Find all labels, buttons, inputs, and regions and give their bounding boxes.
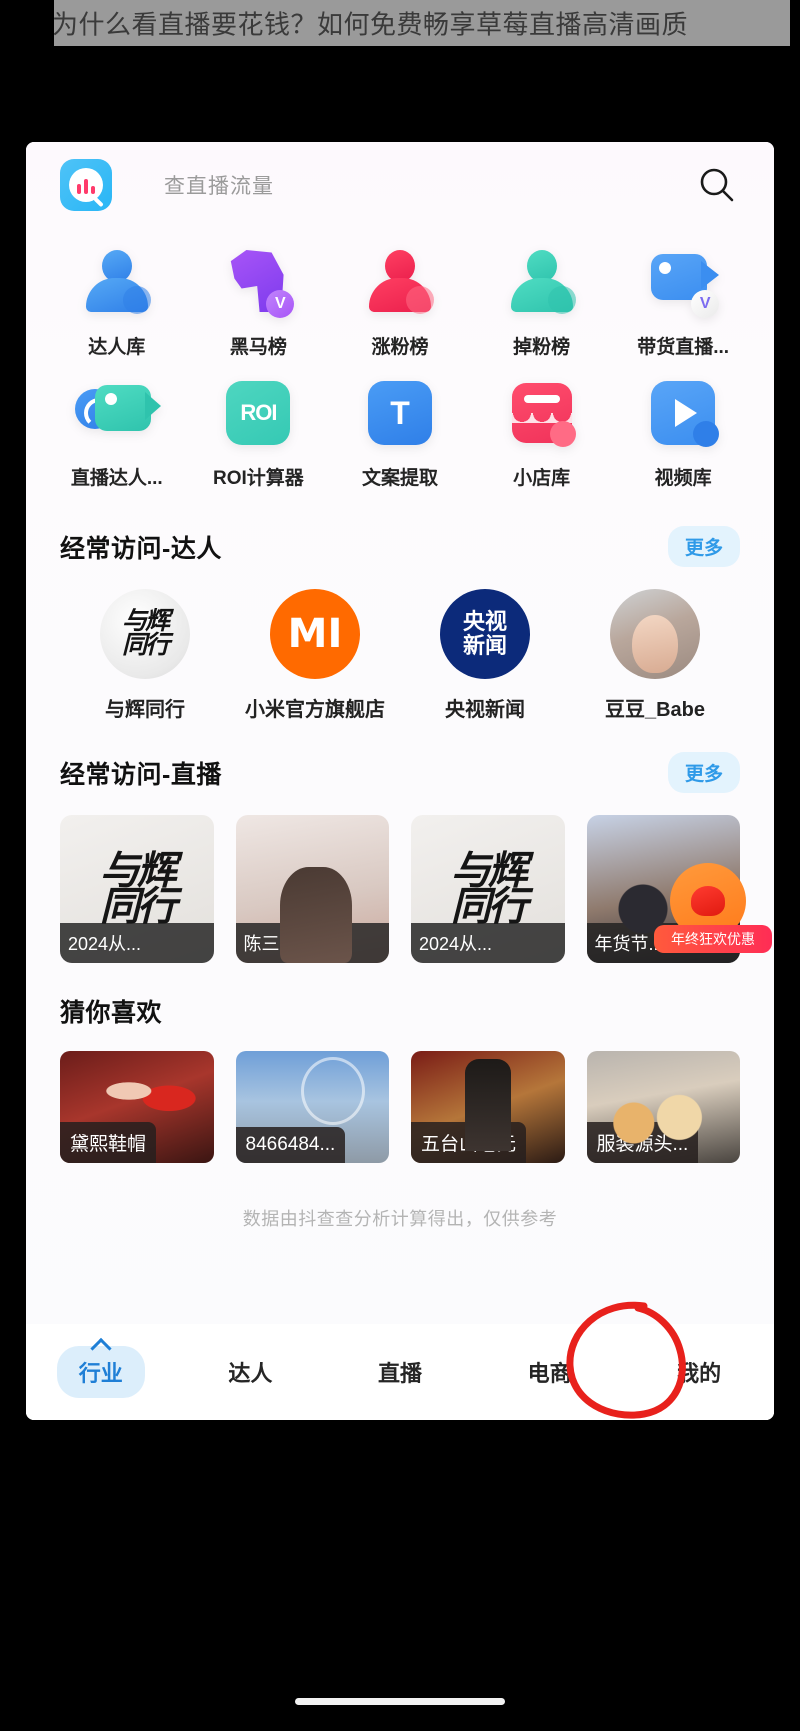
tool-item-shipinku[interactable]: 视频库	[612, 365, 754, 496]
fab-label: 年终狂欢优惠	[654, 925, 772, 953]
tool-item-daihuozhibo[interactable]: V 带货直播...	[612, 234, 754, 365]
live-tag: 2024从...	[60, 923, 214, 963]
live-card[interactable]: 陈三废g...	[235, 815, 389, 963]
section-title: 经常访问-直播	[60, 760, 222, 789]
section-header-lives: 经常访问-直播 更多	[26, 722, 774, 793]
tool-label: 掉粉榜	[513, 337, 571, 358]
xiaomi-logo-avatar: MI	[270, 589, 360, 679]
talent-name: 小米官方旗舰店	[245, 699, 385, 721]
home-indicator[interactable]	[295, 1697, 505, 1705]
tool-label: 小店库	[513, 468, 571, 489]
tool-label: ROI计算器	[213, 468, 304, 489]
video-play-icon	[645, 375, 721, 451]
more-button-talents[interactable]: 更多	[667, 526, 740, 567]
app-logo-icon	[60, 159, 112, 211]
tool-item-diaofenbang[interactable]: 掉粉榜	[471, 234, 613, 365]
talent-name: 豆豆_Babe	[604, 699, 706, 721]
tab-dianshang[interactable]: 电商	[475, 1356, 625, 1388]
photo-avatar	[610, 589, 700, 679]
camera-blue-icon: V	[645, 244, 721, 320]
tool-grid: 达人库 V 黑马榜 涨粉榜 掉粉榜 V 带货直播... 直播达人... ROI …	[26, 228, 774, 496]
app-header: 查直播流量	[26, 142, 774, 228]
section-header-recommend: 猜你喜欢	[26, 963, 774, 1029]
tool-label: 带货直播...	[637, 337, 730, 358]
recommend-card[interactable]: 8466484...	[235, 1051, 389, 1163]
tool-label: 直播达人...	[70, 468, 163, 489]
tool-item-zhangfenbang[interactable]: 涨粉榜	[329, 234, 471, 365]
talent-name: 与辉同行	[105, 699, 185, 721]
section-title: 猜你喜欢	[60, 999, 163, 1027]
talent-item[interactable]: MI 小米官方旗舰店	[230, 589, 400, 722]
person-teal-icon	[504, 244, 580, 320]
headset-camera-icon	[74, 375, 161, 451]
tool-item-roi[interactable]: ROI ROI计算器	[188, 365, 330, 496]
tab-label: 达人	[228, 1361, 273, 1386]
roi-icon: ROI	[220, 375, 296, 451]
recommend-list: 黛熙鞋帽 8466484... 五台山老元 服装源头...	[26, 1029, 774, 1163]
tool-row-1: 达人库 V 黑马榜 涨粉榜 掉粉榜 V 带货直播...	[46, 234, 754, 365]
talent-item[interactable]: 与辉 同行 与辉同行	[60, 589, 230, 722]
disclaimer-text: 数据由抖查查分析计算得出，仅供参考	[242, 1209, 558, 1229]
tab-label: 我的	[677, 1361, 722, 1386]
article-title-bar: 为什么看直播要花钱？如何免费畅享草莓直播高清画质	[0, 0, 800, 46]
recommend-tag: 五台山老元	[411, 1122, 527, 1163]
live-card[interactable]: 与辉 同行 2024从...	[60, 815, 214, 963]
shop-red-icon	[504, 375, 580, 451]
search-icon[interactable]	[694, 162, 740, 208]
talent-name: 央视新闻	[445, 699, 525, 721]
gift-fab-icon[interactable]: 年终狂欢优惠	[654, 863, 772, 953]
tool-item-xiaodianku[interactable]: 小店库	[471, 365, 613, 496]
tool-row-2: 直播达人... ROI ROI计算器 T 文案提取 小店库 视频库	[46, 365, 754, 496]
phone-screenshot: 查直播流量 达人库 V 黑马榜 涨粉榜 掉粉榜 V 带货直播... 直播达人..…	[26, 142, 774, 1420]
live-card[interactable]: 与辉 同行 2024从...	[411, 815, 565, 963]
section-header-talents: 经常访问-达人 更多	[26, 496, 774, 567]
tab-label: 直播	[377, 1361, 422, 1386]
page-title: 为什么看直播要花钱？如何免费畅享草莓直播高清画质	[52, 9, 689, 40]
tab-wode[interactable]: 我的	[624, 1356, 774, 1388]
tool-item-darenku[interactable]: 达人库	[46, 234, 188, 365]
text-extract-glyph: T	[367, 381, 432, 445]
tool-item-wenanjiequ[interactable]: T 文案提取	[329, 365, 471, 496]
tab-daren[interactable]: 达人	[176, 1356, 326, 1388]
bottom-tabbar: 行业 达人 直播 电商 我的	[26, 1324, 774, 1420]
recommend-card[interactable]: 黛熙鞋帽	[60, 1051, 214, 1163]
calligraphy-avatar: 与辉 同行	[100, 589, 190, 679]
system-nav-bar	[0, 1671, 800, 1731]
tool-label: 涨粉榜	[371, 337, 429, 358]
tool-label: 文案提取	[361, 468, 438, 489]
cctv-news-avatar: 央视 新闻	[440, 589, 530, 679]
recommend-card[interactable]: 服装源头...	[586, 1051, 740, 1163]
tool-label: 达人库	[88, 337, 146, 358]
tab-hangye[interactable]: 行业	[26, 1346, 176, 1398]
tool-item-heimabang[interactable]: V 黑马榜	[188, 234, 330, 365]
live-list: 与辉 同行 2024从... 陈三废g... 与辉 同行 2024从... 年货节.…	[26, 793, 774, 963]
section-title: 经常访问-达人	[60, 534, 222, 563]
recommend-tag: 8466484...	[235, 1127, 346, 1163]
tool-label: 黑马榜	[229, 337, 287, 358]
tool-label: 视频库	[654, 468, 712, 489]
recommend-tag: 服装源头...	[586, 1122, 699, 1163]
more-button-lives[interactable]: 更多	[667, 752, 740, 793]
live-tag: 陈三废g...	[235, 923, 389, 963]
talent-list: 与辉 同行 与辉同行 MI 小米官方旗舰店 央视 新闻 央视新闻 豆豆_Babe	[26, 567, 774, 722]
person-red-icon	[362, 244, 438, 320]
person-blue-icon	[79, 244, 155, 320]
live-tag: 2024从...	[411, 923, 565, 963]
tab-label: 行业	[56, 1346, 145, 1398]
search-input[interactable]: 查直播流量	[164, 170, 274, 200]
page-root: 为什么看直播要花钱？如何免费畅享草莓直播高清画质 查直播流量 达人库 V 黑马榜…	[0, 0, 800, 1731]
horse-purple-icon: V	[220, 244, 296, 320]
recommend-tag: 黛熙鞋帽	[60, 1122, 157, 1163]
tab-zhibo[interactable]: 直播	[325, 1356, 475, 1388]
recommend-card[interactable]: 五台山老元	[411, 1051, 565, 1163]
roi-text: ROI	[226, 381, 291, 445]
talent-item[interactable]: 央视 新闻 央视新闻	[400, 589, 570, 722]
tool-item-zhibodaren[interactable]: 直播达人...	[46, 365, 188, 496]
talent-item[interactable]: 豆豆_Babe	[570, 589, 740, 722]
text-extract-icon: T	[362, 375, 438, 451]
tab-label: 电商	[527, 1361, 572, 1386]
